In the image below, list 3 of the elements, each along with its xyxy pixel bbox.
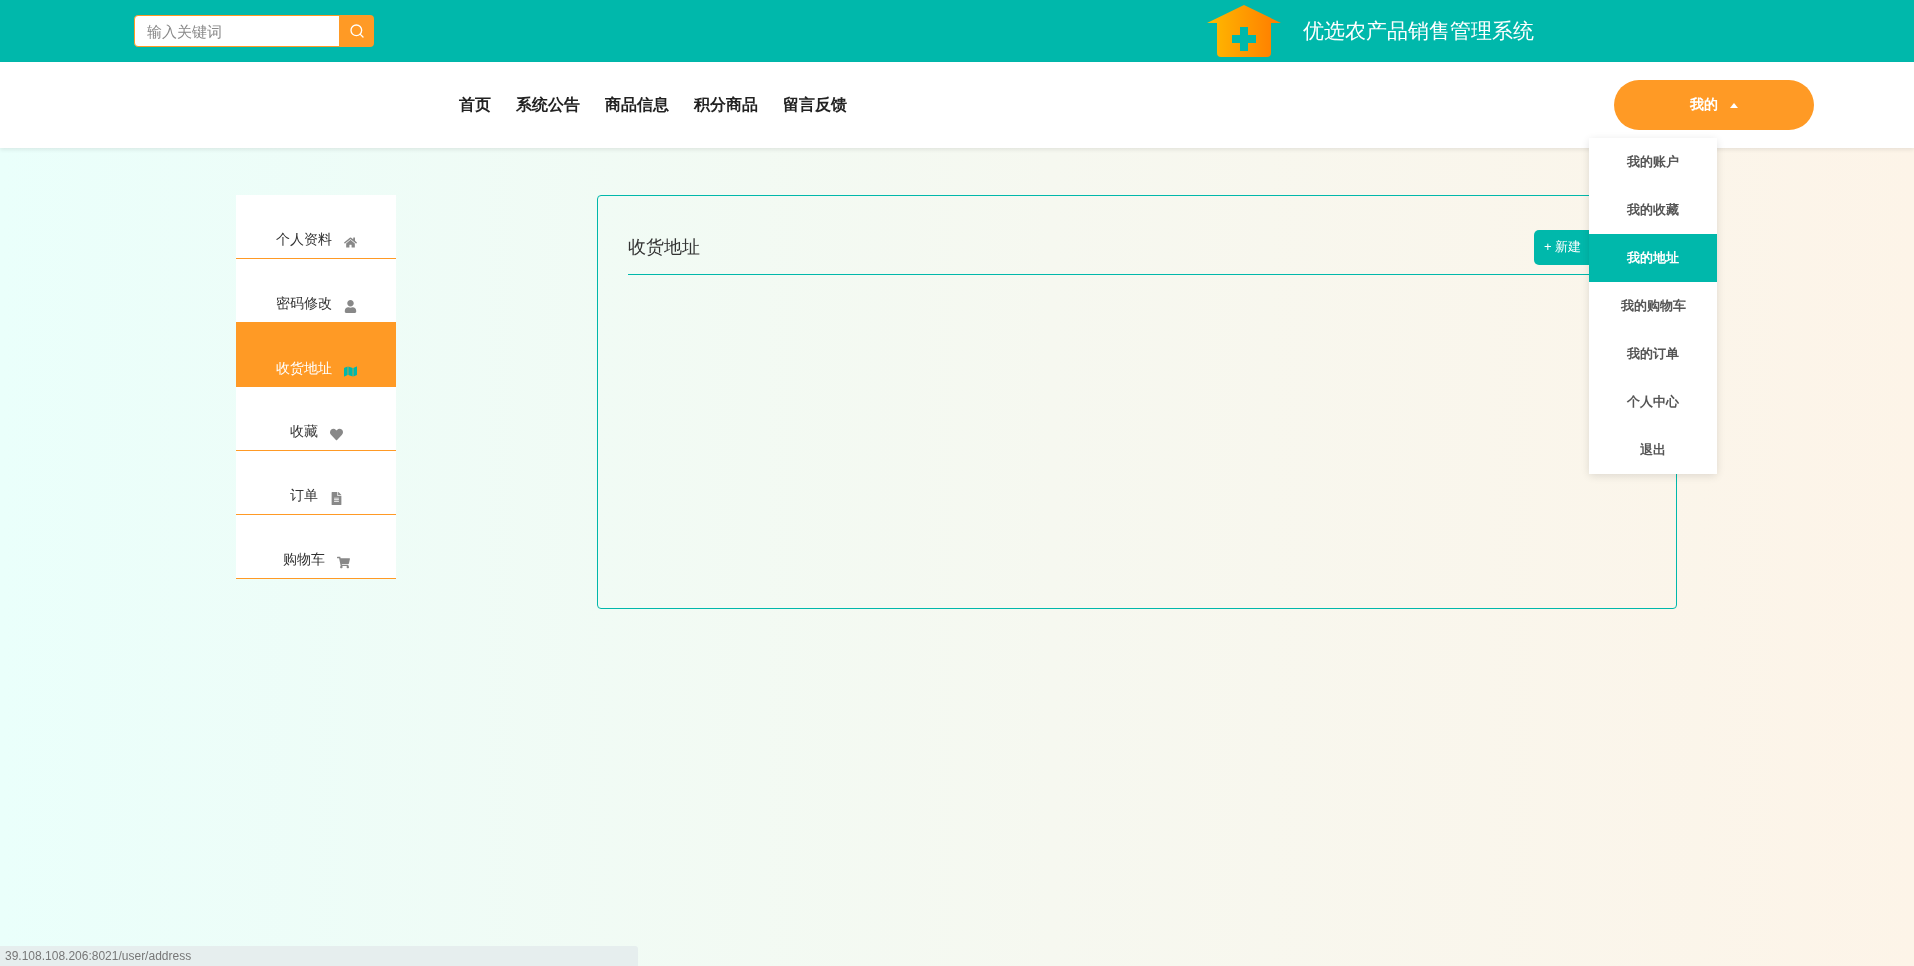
site-title: 优选农产品销售管理系统 — [1303, 18, 1534, 44]
status-bar-url: 39.108.108.206:8021/user/address — [0, 946, 638, 966]
panel-title: 收货地址 — [628, 236, 700, 259]
